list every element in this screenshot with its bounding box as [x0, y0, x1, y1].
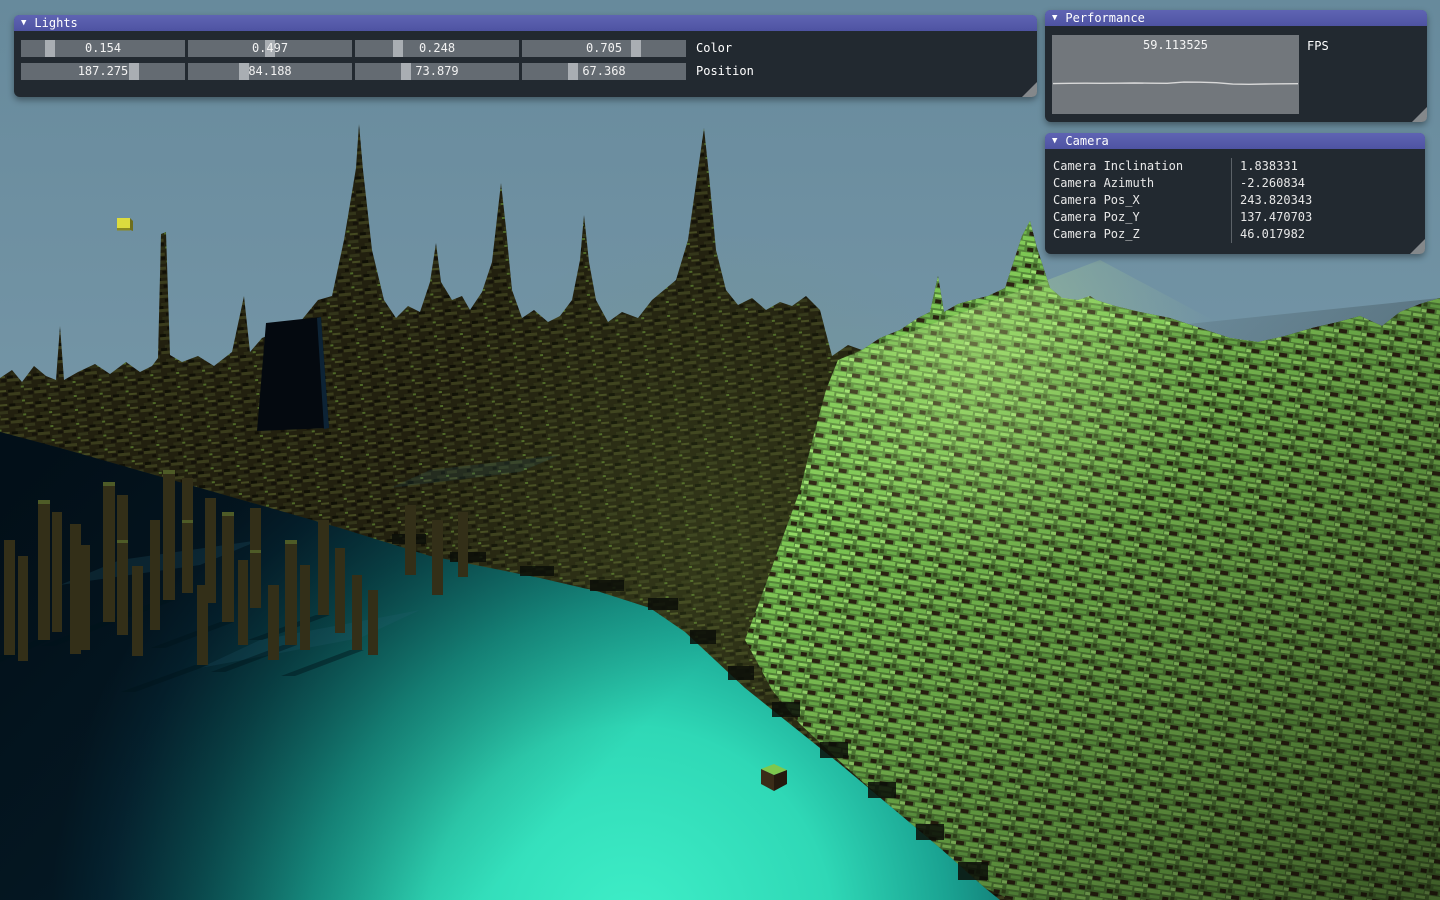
- camera-row: Camera Poz_Y 137.470703: [1045, 209, 1425, 226]
- panel-performance: ▼ Performance 59.113525 FPS: [1045, 10, 1427, 122]
- camera-row: Camera Inclination 1.838331: [1045, 158, 1425, 175]
- light-color-slider-1[interactable]: 0.154: [21, 40, 185, 57]
- slider-value: 67.368: [522, 63, 686, 80]
- slider-value: 0.154: [21, 40, 185, 57]
- viewport-3d[interactable]: ▼ Lights 0.154 0.497 0.248 0.705 Color: [0, 0, 1440, 900]
- panel-camera-title: Camera: [1065, 133, 1108, 149]
- resize-grip[interactable]: [1410, 239, 1425, 254]
- camera-row-value: 137.470703: [1231, 209, 1425, 226]
- light-position-slider-1[interactable]: 187.275: [21, 63, 185, 80]
- panel-performance-title: Performance: [1065, 10, 1144, 26]
- light-position-slider-4[interactable]: 67.368: [522, 63, 686, 80]
- slider-value: 73.879: [355, 63, 519, 80]
- light-color-slider-3[interactable]: 0.248: [355, 40, 519, 57]
- camera-row-value: 243.820343: [1231, 192, 1425, 209]
- camera-row-label: Camera Pos_X: [1045, 192, 1231, 209]
- collapse-triangle-icon[interactable]: ▼: [21, 15, 26, 31]
- panel-lights-title: Lights: [34, 15, 77, 31]
- camera-row-label: Camera Inclination: [1045, 158, 1231, 175]
- light-gizmo: [117, 218, 133, 231]
- camera-row-label: Camera Poz_Y: [1045, 209, 1231, 226]
- resize-grip[interactable]: [1022, 82, 1037, 97]
- light-position-slider-3[interactable]: 73.879: [355, 63, 519, 80]
- camera-readout: Camera Inclination 1.838331 Camera Azimu…: [1045, 149, 1425, 243]
- camera-row-value: 1.838331: [1231, 158, 1425, 175]
- resize-grip[interactable]: [1412, 107, 1427, 122]
- panel-lights: ▼ Lights 0.154 0.497 0.248 0.705 Color: [14, 15, 1037, 97]
- fps-value: 59.113525: [1052, 38, 1299, 52]
- fps-graph: 59.113525: [1052, 35, 1299, 114]
- camera-row: Camera Pos_X 243.820343: [1045, 192, 1425, 209]
- camera-row-value: -2.260834: [1231, 175, 1425, 192]
- camera-row-label: Camera Poz_Z: [1045, 226, 1231, 243]
- slider-value: 0.705: [522, 40, 686, 57]
- slider-value: 84.188: [188, 63, 352, 80]
- camera-row: Camera Azimuth -2.260834: [1045, 175, 1425, 192]
- panel-lights-header[interactable]: ▼ Lights: [14, 15, 1037, 31]
- camera-row-label: Camera Azimuth: [1045, 175, 1231, 192]
- fps-label: FPS: [1307, 39, 1329, 53]
- slider-value: 0.497: [188, 40, 352, 57]
- panel-performance-header[interactable]: ▼ Performance: [1045, 10, 1427, 26]
- light-position-slider-2[interactable]: 84.188: [188, 63, 352, 80]
- camera-row: Camera Poz_Z 46.017982: [1045, 226, 1425, 243]
- light-color-slider-4[interactable]: 0.705: [522, 40, 686, 57]
- slider-value: 187.275: [21, 63, 185, 80]
- lights-position-row: 187.275 84.188 73.879 67.368 Position: [21, 63, 1037, 80]
- collapse-triangle-icon[interactable]: ▼: [1052, 10, 1057, 26]
- monolith: [257, 317, 329, 431]
- panel-camera: ▼ Camera Camera Inclination 1.838331 Cam…: [1045, 133, 1425, 254]
- color-row-label: Color: [696, 40, 732, 57]
- position-row-label: Position: [696, 63, 754, 80]
- panel-camera-header[interactable]: ▼ Camera: [1045, 133, 1425, 149]
- camera-row-value: 46.017982: [1231, 226, 1425, 243]
- light-color-slider-2[interactable]: 0.497: [188, 40, 352, 57]
- lights-color-row: 0.154 0.497 0.248 0.705 Color: [21, 40, 1037, 57]
- slider-value: 0.248: [355, 40, 519, 57]
- collapse-triangle-icon[interactable]: ▼: [1052, 133, 1057, 149]
